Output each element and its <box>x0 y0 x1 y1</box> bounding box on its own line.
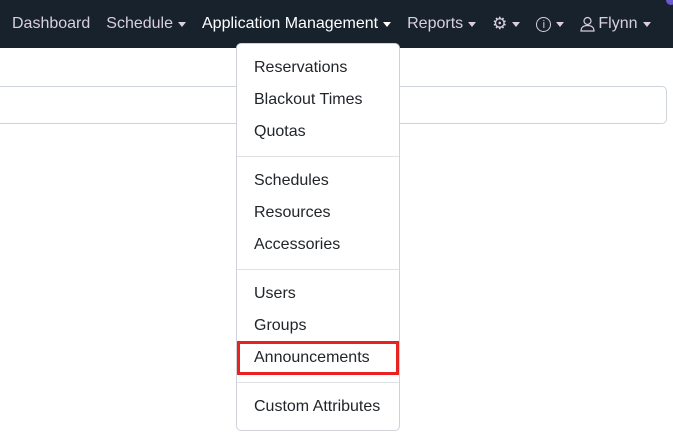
menu-item-reservations[interactable]: Reservations <box>237 52 399 84</box>
menu-item-announcements[interactable]: Announcements <box>237 341 399 375</box>
divider <box>237 269 399 270</box>
menu-item-users[interactable]: Users <box>237 278 399 310</box>
application-management-dropdown: Reservations Blackout Times Quotas Sched… <box>236 43 400 431</box>
menu-item-schedules[interactable]: Schedules <box>237 165 399 197</box>
caret-down-icon <box>642 21 651 27</box>
menu-item-resources[interactable]: Resources <box>237 197 399 229</box>
nav-schedule[interactable]: Schedule <box>106 15 186 33</box>
nav-label: Dashboard <box>12 15 91 32</box>
menu-item-blackout-times[interactable]: Blackout Times <box>237 84 399 116</box>
top-navbar: Dashboard Schedule Application Managemen… <box>0 0 673 48</box>
caret-down-icon <box>512 21 521 27</box>
nav-user[interactable]: Flynn <box>580 15 651 33</box>
divider <box>237 156 399 157</box>
nav-settings[interactable]: ⚙ <box>492 14 521 34</box>
menu-item-custom-attributes[interactable]: Custom Attributes <box>237 391 399 423</box>
nav-dashboard[interactable]: Dashboard <box>12 15 90 33</box>
caret-down-icon <box>383 21 392 27</box>
nav-label: Reports <box>407 15 464 32</box>
menu-item-groups[interactable]: Groups <box>237 310 399 342</box>
nav-help[interactable]: i <box>536 16 565 32</box>
divider <box>237 382 399 383</box>
nav-label: Schedule <box>106 15 173 32</box>
gear-icon: ⚙ <box>492 14 508 33</box>
menu-item-accessories[interactable]: Accessories <box>237 229 399 261</box>
nav-reports[interactable]: Reports <box>407 15 477 33</box>
nav-label: Application Management <box>202 15 379 32</box>
caret-down-icon <box>468 21 477 27</box>
user-name: Flynn <box>598 15 638 32</box>
nav-application-management[interactable]: Application Management <box>202 15 392 33</box>
info-circle-icon: i <box>536 16 552 32</box>
caret-down-icon <box>178 21 186 27</box>
caret-down-icon <box>556 21 565 27</box>
user-icon <box>580 16 595 32</box>
menu-item-quotas[interactable]: Quotas <box>237 116 399 148</box>
